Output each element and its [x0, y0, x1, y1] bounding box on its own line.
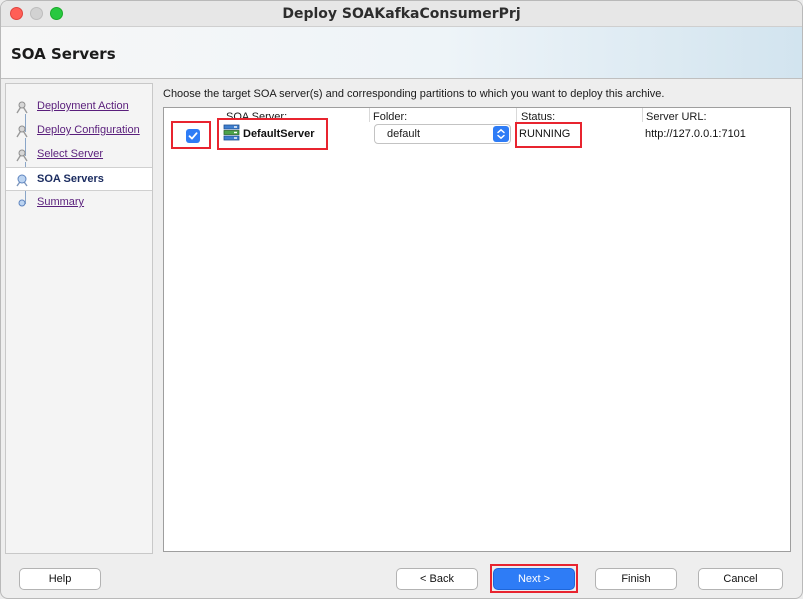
nav-item-soa-servers[interactable]: SOA Servers — [6, 167, 152, 191]
nav-item-label: Summary — [37, 196, 85, 208]
help-button[interactable]: Help — [19, 568, 101, 590]
nav-item-deployment-action[interactable]: Deployment Action — [6, 95, 152, 119]
wizard-navigation: Deployment Action Deploy Configuration S… — [5, 83, 153, 554]
server-select-checkbox[interactable] — [186, 129, 200, 143]
instruction-text: Choose the target SOA server(s) and corr… — [163, 88, 665, 100]
window-title: Deploy SOAKafkaConsumerPrj — [282, 6, 521, 22]
soa-servers-table: SOA Server: Folder: Status: Server URL: — [163, 107, 791, 552]
column-separator — [516, 108, 517, 122]
nav-item-label: Deploy Configuration — [37, 124, 140, 136]
finish-button[interactable]: Finish — [595, 568, 677, 590]
nav-item-select-server[interactable]: Select Server — [6, 143, 152, 167]
train-stop-icon — [16, 125, 28, 138]
status-value: RUNNING — [519, 128, 571, 140]
nav-item-label: SOA Servers — [37, 173, 104, 185]
column-header-server-url: Server URL: — [646, 111, 707, 123]
cancel-button[interactable]: Cancel — [698, 568, 783, 590]
server-url-value: http://127.0.0.1:7101 — [645, 128, 746, 140]
checkmark-icon — [188, 132, 198, 140]
column-separator — [369, 108, 370, 122]
nav-item-label: Select Server — [37, 148, 104, 160]
folder-select[interactable]: default — [374, 124, 511, 144]
server-icon — [223, 124, 240, 141]
title-bar: Deploy SOAKafkaConsumerPrj — [1, 1, 802, 27]
page-header: SOA Servers — [1, 27, 802, 79]
train-stop-current-icon — [16, 174, 28, 187]
main-content: Choose the target SOA server(s) and corr… — [153, 83, 800, 554]
server-name: DefaultServer — [243, 128, 315, 140]
next-button[interactable]: Next > — [493, 568, 575, 590]
train-stop-icon — [18, 199, 26, 207]
nav-item-label: Deployment Action — [37, 100, 129, 112]
nav-item-deploy-configuration[interactable]: Deploy Configuration — [6, 119, 152, 143]
folder-select-value: default — [387, 128, 421, 140]
nav-item-summary[interactable]: Summary — [6, 191, 152, 215]
chevron-updown-icon — [493, 126, 509, 142]
train-stop-icon — [16, 101, 28, 114]
column-header-folder: Folder: — [373, 111, 408, 123]
deploy-dialog: Deploy SOAKafkaConsumerPrj SOA Servers D… — [0, 0, 803, 599]
page-title: SOA Servers — [11, 45, 116, 63]
train-stop-icon — [16, 149, 28, 162]
back-button[interactable]: < Back — [396, 568, 478, 590]
column-separator — [642, 108, 643, 122]
